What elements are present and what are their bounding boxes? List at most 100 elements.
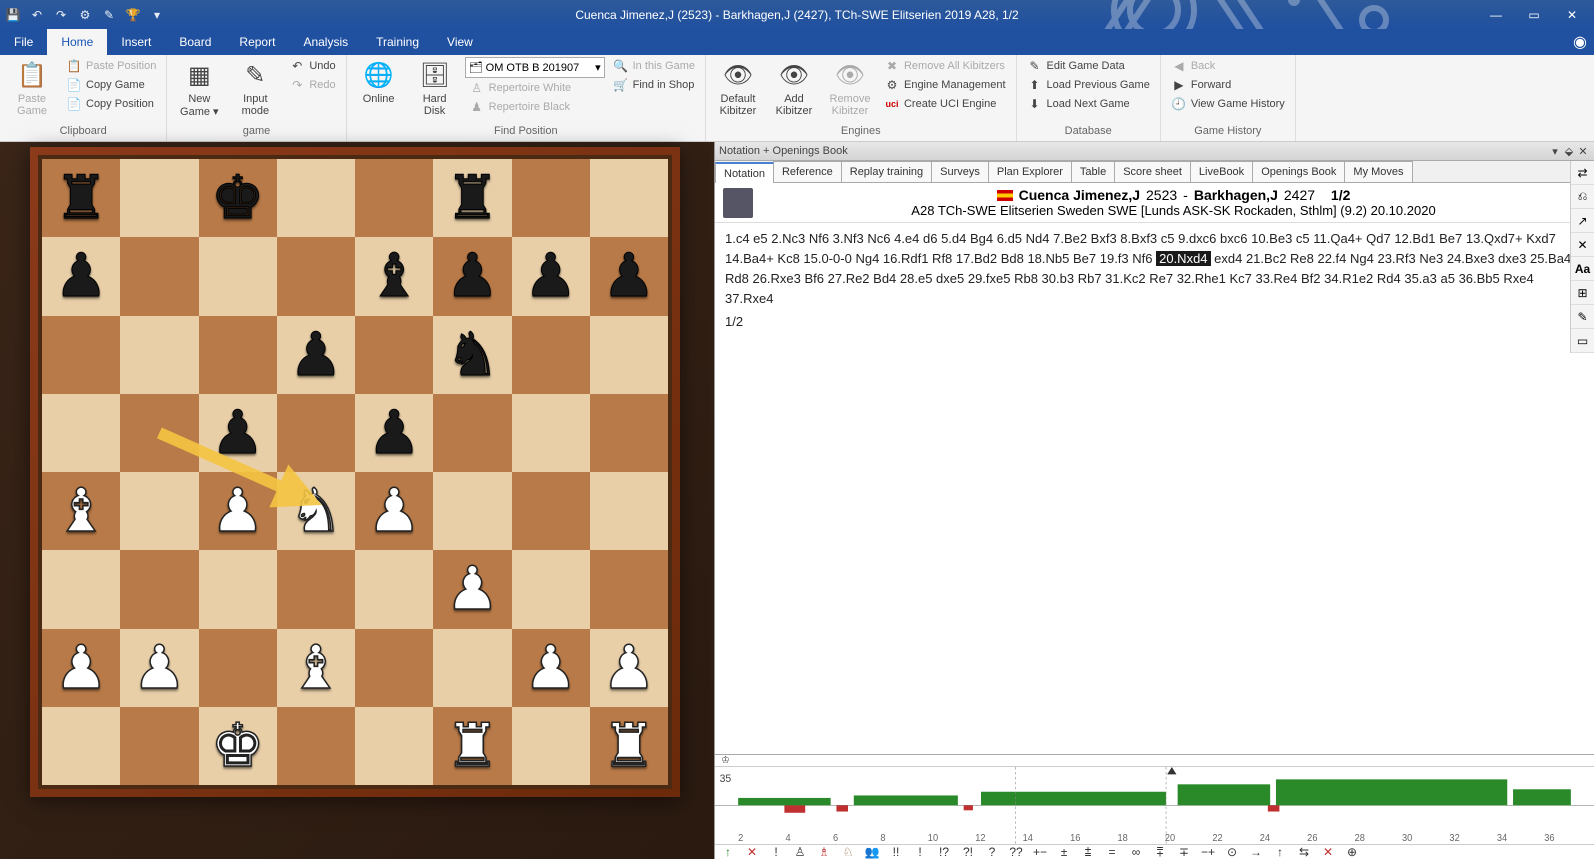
square-h6[interactable]: [590, 316, 668, 394]
piece-wp[interactable]: ♟: [602, 638, 656, 698]
remove-all-kibitzers-button[interactable]: ✖Remove All Kibitzers: [880, 57, 1010, 75]
annot-symbol-21[interactable]: ⊙: [1223, 845, 1241, 859]
square-g8[interactable]: [512, 159, 590, 237]
side-tool-font[interactable]: Aa: [1571, 257, 1594, 281]
square-g6[interactable]: [512, 316, 590, 394]
square-d8[interactable]: [277, 159, 355, 237]
square-c1[interactable]: ♚: [199, 707, 277, 785]
menu-home[interactable]: Home: [47, 29, 107, 55]
piece-bb[interactable]: ♝: [367, 246, 421, 306]
tab-livebook[interactable]: LiveBook: [1190, 161, 1253, 182]
find-in-shop-button[interactable]: 🛒Find in Shop: [609, 76, 699, 94]
annot-symbol-15[interactable]: ⩲: [1079, 845, 1097, 860]
piece-bp[interactable]: ♟: [602, 246, 656, 306]
side-tool-3[interactable]: ↗: [1571, 209, 1594, 233]
annot-symbol-16[interactable]: =: [1103, 845, 1121, 859]
piece-bk[interactable]: ♚: [211, 168, 265, 228]
square-h8[interactable]: [590, 159, 668, 237]
square-b8[interactable]: [120, 159, 198, 237]
menu-training[interactable]: Training: [362, 29, 433, 55]
square-b5[interactable]: [120, 394, 198, 472]
square-a8[interactable]: ♜: [42, 159, 120, 237]
square-g5[interactable]: [512, 394, 590, 472]
default-kibitzer-button[interactable]: 👁Default Kibitzer: [712, 57, 764, 119]
side-tool-6[interactable]: ✎: [1571, 305, 1594, 329]
piece-wr[interactable]: ♜: [602, 716, 656, 776]
piece-br[interactable]: ♜: [54, 168, 108, 228]
square-h5[interactable]: [590, 394, 668, 472]
menu-insert[interactable]: Insert: [107, 29, 165, 55]
piece-wp[interactable]: ♟: [367, 481, 421, 541]
annot-symbol-3[interactable]: ♙: [791, 845, 809, 859]
eval-graph[interactable]: 35: [715, 767, 1594, 844]
history-forward-button[interactable]: ▶Forward: [1167, 76, 1289, 94]
tab-replay-training[interactable]: Replay training: [841, 161, 932, 182]
repertoire-white-button[interactable]: ♙Repertoire White: [465, 79, 605, 97]
tab-openings-book[interactable]: Openings Book: [1252, 161, 1345, 182]
database-combo[interactable]: 🗂 OM OTB B 201907▾: [465, 57, 605, 78]
piece-br[interactable]: ♜: [445, 168, 499, 228]
annot-symbol-22[interactable]: →: [1247, 845, 1265, 859]
menu-report[interactable]: Report: [225, 29, 289, 55]
edit-game-data-button[interactable]: ✎Edit Game Data: [1023, 57, 1154, 75]
minimize-button[interactable]: —: [1478, 4, 1514, 26]
piece-wp[interactable]: ♟: [54, 638, 108, 698]
piece-bp[interactable]: ♟: [367, 403, 421, 463]
square-d4[interactable]: ♞: [277, 472, 355, 550]
square-g3[interactable]: [512, 550, 590, 628]
piece-bp[interactable]: ♟: [54, 246, 108, 306]
tab-score-sheet[interactable]: Score sheet: [1114, 161, 1191, 182]
pane-pin-icon[interactable]: ⬙: [1562, 145, 1576, 158]
square-b4[interactable]: [120, 472, 198, 550]
annot-symbol-5[interactable]: ♘: [839, 845, 857, 859]
paste-position-button[interactable]: 📋Paste Position: [62, 57, 160, 75]
copy-game-button[interactable]: 📄Copy Game: [62, 76, 160, 94]
piece-wp[interactable]: ♟: [132, 638, 186, 698]
close-button[interactable]: ✕: [1554, 4, 1590, 26]
piece-wp[interactable]: ♟: [211, 481, 265, 541]
copy-position-button[interactable]: 📄Copy Position: [62, 95, 160, 113]
square-b1[interactable]: [120, 707, 198, 785]
chess-board[interactable]: ♜♚♜♟♝♟♟♟♟♞♟♟♝♟♞♟♟♟♟♝♟♟♚♜♜: [42, 159, 668, 785]
load-next-button[interactable]: ⬇Load Next Game: [1023, 95, 1154, 113]
square-c7[interactable]: [199, 237, 277, 315]
square-b2[interactable]: ♟: [120, 629, 198, 707]
square-e5[interactable]: ♟: [355, 394, 433, 472]
piece-wn[interactable]: ♞: [289, 481, 343, 541]
square-d5[interactable]: [277, 394, 355, 472]
square-h3[interactable]: [590, 550, 668, 628]
square-f3[interactable]: ♟: [433, 550, 511, 628]
annot-symbol-13[interactable]: +−: [1031, 845, 1049, 859]
redo-button[interactable]: ↷Redo: [285, 76, 339, 94]
annot-symbol-11[interactable]: ?: [983, 845, 1001, 859]
side-tool-eraser[interactable]: ▭: [1571, 329, 1594, 353]
undo-button[interactable]: ↶Undo: [285, 57, 339, 75]
annot-symbol-7[interactable]: !!: [887, 845, 905, 859]
view-history-button[interactable]: 🕘View Game History: [1167, 95, 1289, 113]
square-f1[interactable]: ♜: [433, 707, 511, 785]
remove-kibitzer-button[interactable]: 👁Remove Kibitzer: [824, 57, 876, 119]
piece-bn[interactable]: ♞: [445, 325, 499, 385]
annot-symbol-17[interactable]: ∞: [1127, 845, 1145, 859]
current-move[interactable]: 20.Nxd4: [1156, 251, 1210, 266]
square-a7[interactable]: ♟: [42, 237, 120, 315]
square-d2[interactable]: ♝: [277, 629, 355, 707]
engine-management-button[interactable]: ⚙Engine Management: [880, 76, 1010, 94]
square-a3[interactable]: [42, 550, 120, 628]
menu-view[interactable]: View: [433, 29, 487, 55]
add-kibitzer-button[interactable]: 👁Add Kibitzer: [768, 57, 820, 119]
tab-plan-explorer[interactable]: Plan Explorer: [988, 161, 1072, 182]
annot-symbol-2[interactable]: !: [767, 845, 785, 859]
tab-table[interactable]: Table: [1071, 161, 1115, 182]
square-e1[interactable]: [355, 707, 433, 785]
square-f5[interactable]: [433, 394, 511, 472]
square-h7[interactable]: ♟: [590, 237, 668, 315]
side-tool-4[interactable]: ✕: [1571, 233, 1594, 257]
help-icon[interactable]: ◉: [1566, 29, 1594, 55]
side-tool-5[interactable]: ⊞: [1571, 281, 1594, 305]
square-c8[interactable]: ♚: [199, 159, 277, 237]
square-f7[interactable]: ♟: [433, 237, 511, 315]
square-f8[interactable]: ♜: [433, 159, 511, 237]
tab-my-moves[interactable]: My Moves: [1344, 161, 1412, 182]
new-game-button[interactable]: ▦New Game ▾: [173, 57, 225, 120]
